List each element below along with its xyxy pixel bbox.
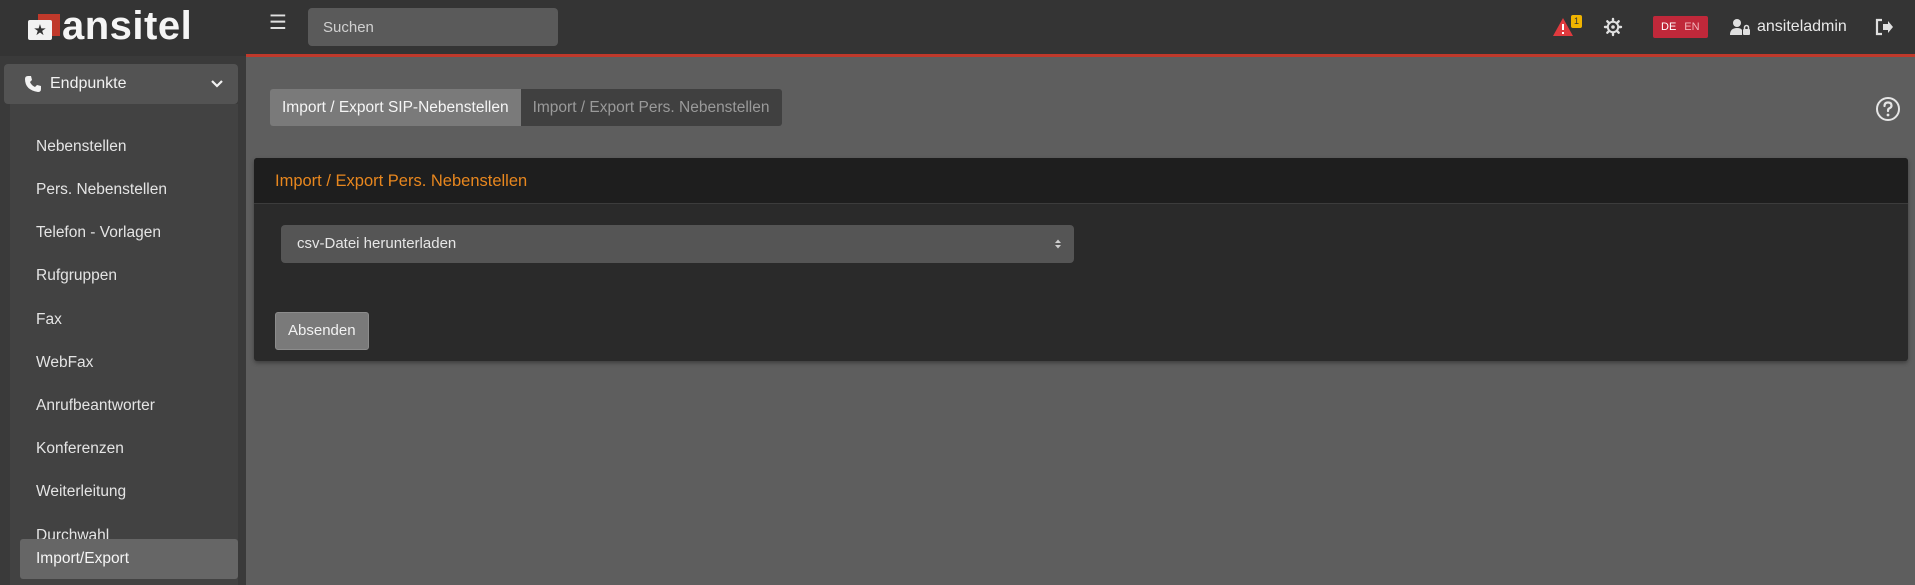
sidebar-section-label: Endpunkte <box>50 75 127 92</box>
sidebar-item-nebenstellen[interactable]: Nebenstellen <box>20 127 238 167</box>
gear-icon[interactable] <box>1603 17 1623 37</box>
card-title: Import / Export Pers. Nebenstellen <box>254 158 1908 204</box>
help-circle-icon[interactable] <box>1875 96 1901 122</box>
import-export-card: Import / Export Pers. Nebenstellen csv-D… <box>254 158 1908 361</box>
sidebar-item-import-export[interactable]: Import/Export <box>20 539 238 579</box>
logout-icon[interactable] <box>1874 17 1894 37</box>
tab-import-export-pers[interactable]: Import / Export Pers. Nebenstellen <box>520 89 782 126</box>
alerts-button[interactable]: 1 <box>1552 15 1586 39</box>
action-select-value: csv-Datei herunterladen <box>297 235 457 252</box>
sidebar-item-rufgruppen[interactable]: Rufgruppen <box>20 256 238 296</box>
sidebar-item-fax[interactable]: Fax <box>20 300 238 340</box>
logo-text: ansitel <box>62 4 193 48</box>
action-select[interactable]: csv-Datei herunterladen <box>281 225 1074 263</box>
lang-en[interactable]: EN <box>1680 16 1703 38</box>
topbar-accent-line <box>246 54 1915 57</box>
logo[interactable]: ★ ansitel <box>0 0 246 56</box>
phone-icon <box>25 76 41 92</box>
user-menu[interactable]: ansiteladmin <box>1729 15 1847 39</box>
sidebar-item-konferenzen[interactable]: Konferenzen <box>20 429 238 469</box>
sidebar-item-weiterleitung[interactable]: Weiterleitung <box>20 472 238 512</box>
logo-star-icon: ★ <box>28 14 60 42</box>
chevron-down-icon <box>211 80 223 88</box>
language-switcher: DE EN <box>1653 16 1708 38</box>
search-input[interactable] <box>308 8 558 46</box>
sidebar-item-pers-nebenstellen[interactable]: Pers. Nebenstellen <box>20 170 238 210</box>
hamburger-icon[interactable]: ☰ <box>266 12 290 34</box>
sidebar-item-telefon-vorlagen[interactable]: Telefon - Vorlagen <box>20 213 238 253</box>
sidebar-section-endpunkte[interactable]: Endpunkte <box>4 64 238 104</box>
select-arrows-icon <box>1055 239 1061 249</box>
sidebar-item-webfax[interactable]: WebFax <box>20 343 238 383</box>
user-lock-icon <box>1730 19 1750 35</box>
username: ansiteladmin <box>1757 18 1847 35</box>
sidebar-item-anrufbeantworter[interactable]: Anrufbeantworter <box>20 386 238 426</box>
alert-count-badge: 1 <box>1571 15 1582 28</box>
tab-bar: Import / Export SIP-Nebenstellen Import … <box>270 89 782 126</box>
sidebar: Endpunkte Nebenstellen Pers. Nebenstelle… <box>0 56 246 585</box>
submit-button[interactable]: Absenden <box>275 312 369 350</box>
lang-de[interactable]: DE <box>1657 16 1680 38</box>
topbar: ★ ansitel ☰ 1 DE EN <box>0 0 1915 56</box>
tab-import-export-sip[interactable]: Import / Export SIP-Nebenstellen <box>270 89 521 126</box>
app-root: ★ ansitel ☰ 1 DE EN <box>0 0 1915 585</box>
